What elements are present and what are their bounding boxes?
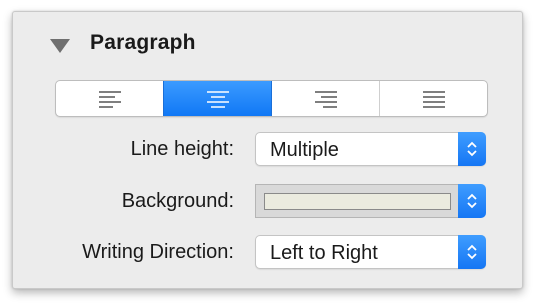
writing-direction-popup[interactable]: Left to Right — [255, 235, 486, 269]
color-well-box[interactable] — [255, 184, 459, 218]
alignment-segmented-control — [55, 80, 488, 117]
align-center-button[interactable] — [163, 81, 271, 116]
align-left-button[interactable] — [56, 81, 163, 116]
align-justify-icon — [422, 90, 445, 108]
align-justify-button[interactable] — [379, 81, 487, 116]
writing-direction-label: Writing Direction: — [82, 241, 234, 263]
background-label: Background: — [121, 190, 234, 212]
chevron-up-down-icon — [458, 235, 486, 269]
section-title: Paragraph — [90, 31, 196, 54]
disclosure-triangle-icon[interactable] — [50, 39, 70, 53]
align-right-button[interactable] — [271, 81, 379, 116]
chevron-up-down-icon[interactable] — [458, 184, 486, 218]
align-center-icon — [206, 90, 229, 108]
line-height-label: Line height: — [130, 138, 234, 160]
align-left-icon — [98, 90, 121, 108]
color-swatch — [264, 193, 451, 210]
paragraph-inspector-panel: Paragraph Line height: Multiple Backgrou… — [12, 11, 523, 289]
writing-direction-value: Left to Right — [270, 242, 378, 264]
background-color-well[interactable] — [255, 184, 486, 218]
align-right-icon — [314, 90, 337, 108]
chevron-up-down-icon — [458, 132, 486, 166]
line-height-popup[interactable]: Multiple — [255, 132, 486, 166]
line-height-value: Multiple — [270, 139, 339, 161]
